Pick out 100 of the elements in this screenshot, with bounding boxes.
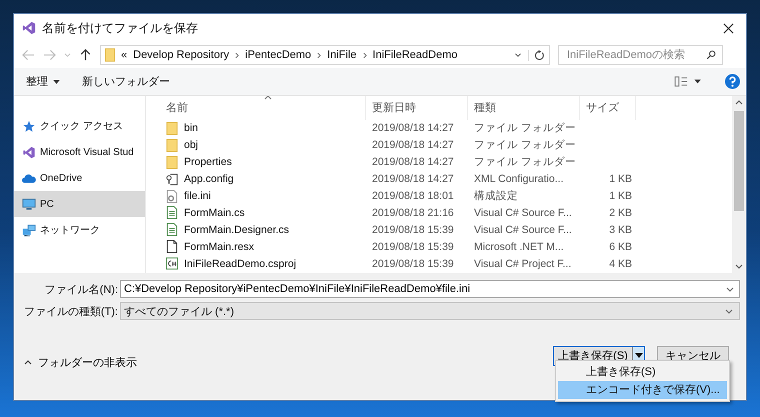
document-icon xyxy=(166,240,178,254)
menu-item[interactable]: 上書き保存(S) xyxy=(558,363,727,381)
organize-button[interactable]: 整理 xyxy=(24,72,62,91)
folder-icon xyxy=(166,122,178,135)
breadcrumb-item[interactable]: iPentecDemo xyxy=(245,49,312,61)
chevron-down-icon[interactable] xyxy=(726,287,734,292)
file-name: obj xyxy=(184,138,198,154)
chevron-down-icon xyxy=(725,308,733,314)
file-name: IniFileReadDemo.csproj xyxy=(184,256,296,272)
chevron-down-icon[interactable] xyxy=(514,52,522,58)
code-file-icon xyxy=(166,206,178,220)
date-cell-text: 2019/08/18 14:27 xyxy=(371,172,455,188)
file-row[interactable]: FormMain.resx 2019/08/18 15:39 Microsoft .NET M... 6 KB xyxy=(160,238,732,256)
file-row[interactable]: bin 2019/08/18 14:27 ファイル フォルダー xyxy=(160,120,732,137)
file-row[interactable]: IniFileReadDemo.csproj 2019/08/18 15:39 Visual C# Project F... 4 KB xyxy=(160,255,732,272)
type-cell-text: ファイル フォルダー xyxy=(473,138,577,154)
new-folder-button[interactable]: 新しいフォルダー xyxy=(80,72,172,91)
star-icon xyxy=(22,120,36,132)
column-header[interactable]: 更新日時 xyxy=(366,96,468,120)
type-cell-text: 構成設定 xyxy=(473,189,519,204)
sidebar-item[interactable]: ネットワーク xyxy=(14,217,145,243)
date-cell-text: 2019/08/18 18:01 xyxy=(371,189,455,204)
chevron-right-icon[interactable] xyxy=(317,52,322,58)
file-name: Properties xyxy=(184,155,232,170)
folder-icon xyxy=(166,138,178,152)
project-file-icon xyxy=(166,257,178,270)
file-name: App.config xyxy=(184,172,234,188)
app-logo-icon xyxy=(22,146,36,158)
file-row[interactable]: FormMain.cs 2019/08/18 21:16 Visual C# Source F... 2 KB xyxy=(160,204,732,222)
sidebar-item[interactable]: クイック アクセス xyxy=(14,113,145,139)
chevron-up-icon xyxy=(24,360,32,365)
search-field[interactable]: IniFileReadDemoの検索 xyxy=(558,45,723,65)
field-label: ファイル名(N): xyxy=(44,282,119,296)
network-icon xyxy=(22,224,36,236)
file-row[interactable]: Properties 2019/08/18 14:27 ファイル フォルダー xyxy=(160,154,732,171)
breadcrumb-overflow[interactable]: « xyxy=(121,49,128,61)
column-header[interactable]: 種類 xyxy=(468,96,580,120)
type-cell-text: Microsoft .NET M... xyxy=(473,240,565,255)
address-bar[interactable]: « Develop Repository iPentecDemo IniFile IniFileReadDemo xyxy=(100,45,550,65)
column-header[interactable]: 名前 xyxy=(160,96,366,120)
scroll-down-icon[interactable] xyxy=(735,264,743,269)
column-header[interactable]: サイズ xyxy=(580,96,636,120)
filename-field[interactable]: C:¥Develop Repository¥iPentecDemo¥IniFile¥IniFileReadDemo¥file.ini xyxy=(120,280,740,298)
size-cell-text: 4 KB xyxy=(608,256,633,272)
sidebar-item[interactable]: OneDrive xyxy=(14,165,145,191)
menu-item[interactable]: エンコード付きで保存(V)... xyxy=(558,381,727,399)
file-name: file.ini xyxy=(184,189,211,204)
breadcrumb-item[interactable]: Develop Repository xyxy=(133,49,230,61)
size-cell-text: 3 KB xyxy=(608,222,633,238)
caret-icon xyxy=(634,353,642,358)
app-logo-icon xyxy=(22,21,36,35)
size-cell-text: 2 KB xyxy=(608,206,633,221)
date-cell-text: 2019/08/18 14:27 xyxy=(371,155,455,170)
scrollbar[interactable] xyxy=(732,96,746,273)
date-cell-text: 2019/08/18 14:27 xyxy=(371,138,455,154)
file-type-dropdown[interactable]: すべてのファイル (*.*) xyxy=(120,302,740,320)
file-row[interactable]: file.ini 2019/08/18 18:01 構成設定 1 KB xyxy=(160,188,732,204)
date-cell-text: 2019/08/18 14:27 xyxy=(371,121,455,136)
file-name: FormMain.cs xyxy=(184,206,245,221)
file-name: FormMain.Designer.cs xyxy=(184,222,290,238)
date-cell-text: 2019/08/18 15:39 xyxy=(371,256,455,272)
folder-icon xyxy=(166,156,178,169)
field-label: ファイルの種類(T): xyxy=(22,304,119,318)
code-file-icon xyxy=(166,223,178,236)
file-row[interactable]: FormMain.Designer.cs 2019/08/18 15:39 Visual C# Source F... 3 KB xyxy=(160,221,732,238)
scroll-up-icon[interactable] xyxy=(735,100,743,105)
date-cell-text: 2019/08/18 15:39 xyxy=(371,240,455,255)
chevron-right-icon[interactable] xyxy=(235,52,240,58)
file-row[interactable]: App.config 2019/08/18 14:27 XML Configuratio... 1 KB xyxy=(160,170,732,188)
size-cell-text: 1 KB xyxy=(608,189,633,204)
size-cell-text: 1 KB xyxy=(608,172,633,188)
file-name: bin xyxy=(184,121,198,136)
search-icon xyxy=(706,50,716,60)
chevron-right-icon[interactable] xyxy=(362,52,367,58)
date-cell-text: 2019/08/18 21:16 xyxy=(371,206,455,221)
cloud-icon xyxy=(22,172,36,184)
type-cell-text: Visual C# Source F... xyxy=(473,206,573,221)
up-arrow-icon[interactable] xyxy=(79,49,92,61)
folder-icon xyxy=(105,48,115,62)
help-icon[interactable] xyxy=(725,74,740,89)
type-cell-text: XML Configuratio... xyxy=(473,172,564,188)
sidebar-item[interactable]: PC xyxy=(14,191,145,217)
window-title: 名前を付けてファイルを保存 xyxy=(42,20,199,36)
sort-caret-icon xyxy=(264,96,272,100)
refresh-icon[interactable] xyxy=(528,50,545,60)
settings-file-icon xyxy=(166,190,178,202)
sidebar-item[interactable]: Microsoft Visual Stud xyxy=(14,139,145,165)
size-cell-text: 6 KB xyxy=(608,240,633,255)
date-cell-text: 2019/08/18 15:39 xyxy=(371,222,455,238)
close-icon[interactable] xyxy=(723,22,734,34)
hide-folders-button[interactable]: フォルダーの非表示 xyxy=(14,355,137,370)
type-cell-text: ファイル フォルダー xyxy=(473,121,577,136)
caret-icon xyxy=(53,80,60,84)
file-row[interactable]: obj 2019/08/18 14:27 ファイル フォルダー xyxy=(160,136,732,154)
view-options-icon[interactable] xyxy=(673,76,703,87)
type-cell-text: Visual C# Source F... xyxy=(473,222,573,238)
breadcrumb-item[interactable]: IniFileReadDemo xyxy=(372,49,458,61)
config-file-icon xyxy=(166,172,178,186)
type-cell-text: Visual C# Project F... xyxy=(473,256,572,272)
breadcrumb-item[interactable]: IniFile xyxy=(327,49,357,61)
